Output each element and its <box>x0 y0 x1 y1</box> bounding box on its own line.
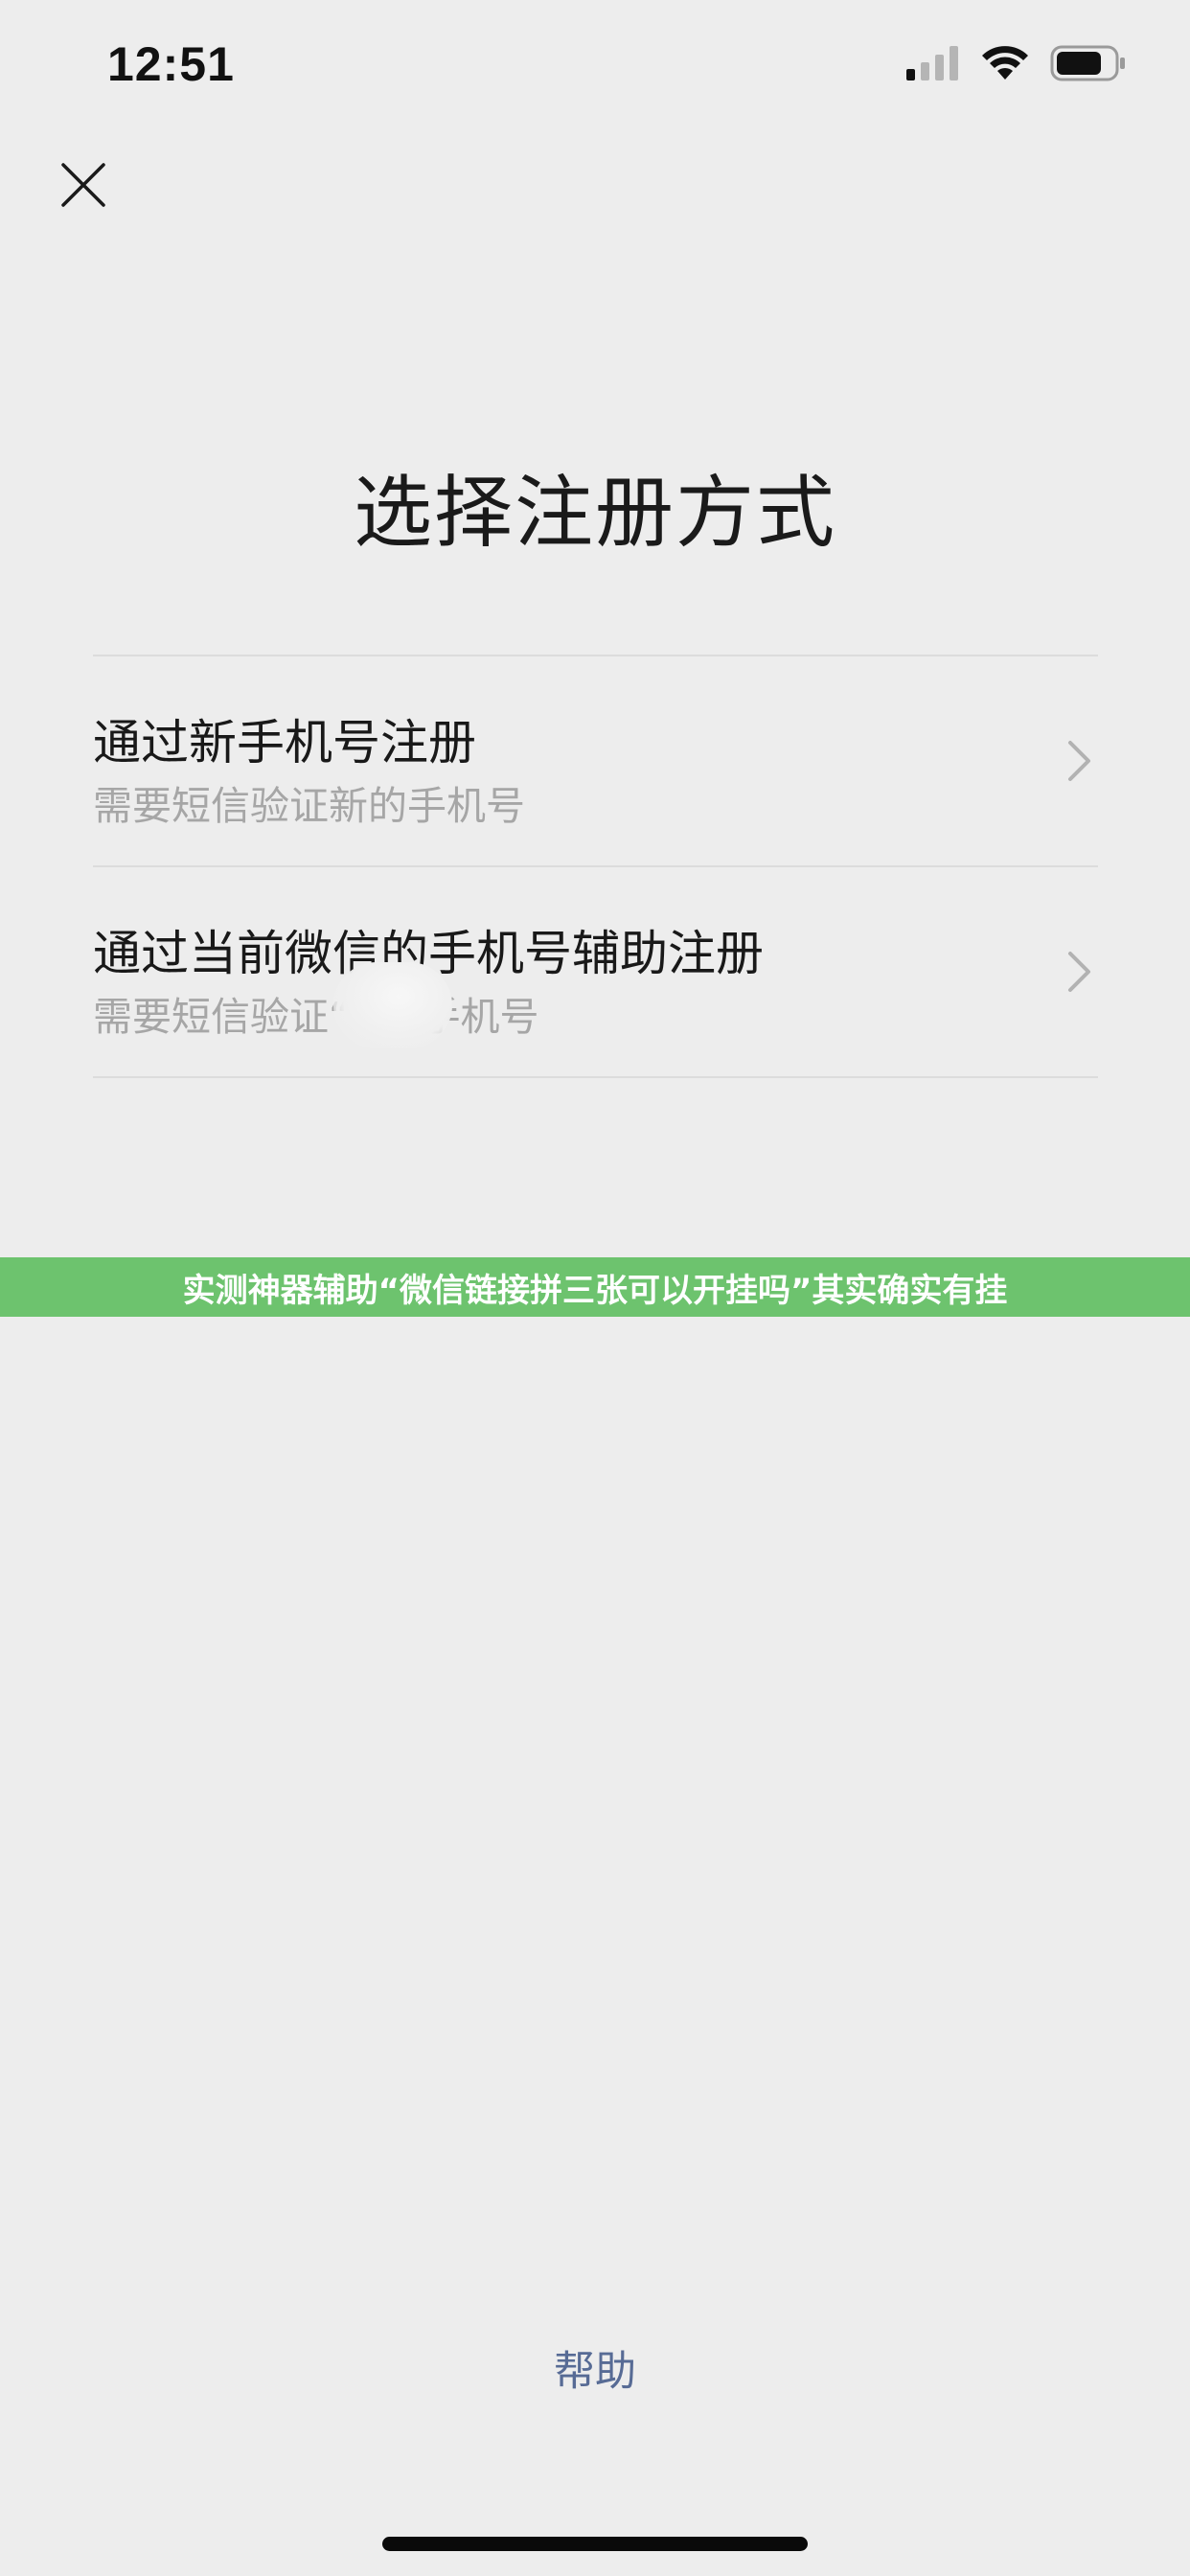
close-button[interactable] <box>50 153 117 220</box>
registration-options-list: 通过新手机号注册 需要短信验证新的手机号 通过当前微信的手机号辅助注册 需要短信… <box>93 655 1098 1078</box>
registration-method-screen: 12:51 选择注册方式 通过新手机号注册 需要短信验证新的手机号 通过当前微信… <box>0 0 1190 2576</box>
cellular-signal-icon <box>906 46 960 84</box>
home-indicator[interactable] <box>382 2537 808 2551</box>
battery-icon <box>1050 44 1127 86</box>
divider <box>93 1076 1098 1078</box>
wifi-icon <box>981 45 1029 85</box>
status-bar: 12:51 <box>0 0 1190 126</box>
banner-text: 实测神器辅助“微信链接拼三张可以开挂吗”其实确实有挂 <box>182 1271 1008 1310</box>
status-time: 12:51 <box>107 37 235 91</box>
status-icons <box>906 44 1127 86</box>
close-icon <box>61 163 105 211</box>
help-link[interactable]: 帮助 <box>0 2338 1190 2398</box>
option-title: 通过新手机号注册 <box>93 715 476 770</box>
redacted-phone-number <box>333 962 452 1048</box>
chevron-right-icon <box>1065 948 1094 996</box>
option-current-phone-assisted-register[interactable]: 通过当前微信的手机号辅助注册 需要短信验证“ ”的手机号 <box>93 867 1098 1076</box>
overlay-banner: 实测神器辅助“微信链接拼三张可以开挂吗”其实确实有挂 <box>0 1257 1190 1317</box>
page-title: 选择注册方式 <box>353 468 836 559</box>
option-new-phone-register[interactable]: 通过新手机号注册 需要短信验证新的手机号 <box>93 656 1098 865</box>
option-description: 需要短信验证新的手机号 <box>93 783 525 829</box>
option-description: 需要短信验证“ ”的手机号 <box>93 994 539 1040</box>
chevron-right-icon <box>1065 737 1094 785</box>
